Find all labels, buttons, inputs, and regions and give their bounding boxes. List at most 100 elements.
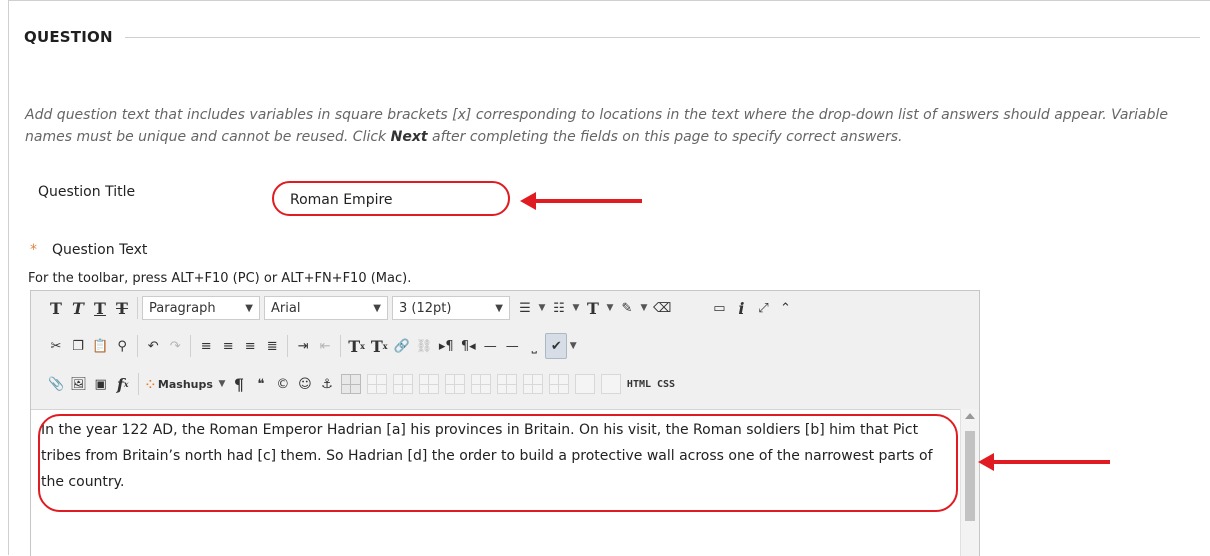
- insert-table-icon[interactable]: [340, 374, 361, 394]
- text-color-dropdown-icon[interactable]: ▼: [604, 295, 616, 321]
- special-character-icon[interactable]: ©: [272, 371, 294, 397]
- insert-image-icon[interactable]: 🖼: [67, 371, 90, 397]
- insert-row-after-icon[interactable]: [444, 374, 465, 394]
- horizontal-line-icon[interactable]: —: [501, 333, 523, 359]
- superscript-icon[interactable]: Tx: [345, 333, 368, 359]
- bullet-list-icon[interactable]: ☰: [514, 295, 536, 321]
- numbered-list-dropdown-icon[interactable]: ▼: [570, 295, 582, 321]
- scrollbar-thumb[interactable]: [965, 431, 975, 521]
- insert-media-icon[interactable]: ▣: [90, 371, 112, 397]
- formula-glyph: f: [116, 374, 124, 394]
- toolbar-separator: [137, 373, 139, 395]
- question-text-label: Question Text: [52, 242, 148, 258]
- align-left-icon[interactable]: ≡: [195, 333, 217, 359]
- editor-scrollbar[interactable]: [960, 409, 979, 556]
- scroll-up-icon[interactable]: [965, 413, 975, 419]
- split-cell-icon[interactable]: [574, 374, 595, 394]
- paragraph-mark-icon[interactable]: ¶: [228, 371, 250, 397]
- merge-cells-icon[interactable]: [600, 374, 621, 394]
- fullscreen-icon[interactable]: ⤢: [752, 295, 774, 321]
- anchor-icon[interactable]: ⚓: [316, 371, 338, 397]
- mashups-dropdown-icon[interactable]: ▼: [216, 371, 228, 397]
- attach-file-icon[interactable]: 📎: [45, 371, 67, 397]
- table-cell-props-icon[interactable]: [392, 374, 413, 394]
- eraser-icon[interactable]: ⌫: [650, 295, 674, 321]
- delete-col-icon[interactable]: [548, 374, 569, 394]
- insert-row-before-icon[interactable]: [418, 374, 439, 394]
- undo-icon[interactable]: ↶: [142, 333, 164, 359]
- format-select[interactable]: Paragraph ▼: [142, 296, 260, 320]
- required-marker: *: [30, 242, 37, 258]
- info-icon[interactable]: i: [730, 295, 752, 321]
- highlight-oval-title: [272, 181, 510, 216]
- section-title: QUESTION: [24, 28, 113, 46]
- pointer-arrow-question-text: [978, 453, 1110, 471]
- instructions-next-bold: Next: [390, 129, 428, 145]
- find-icon[interactable]: ⚲: [111, 333, 133, 359]
- insert-col-before-icon[interactable]: [496, 374, 517, 394]
- font-select[interactable]: Arial ▼: [264, 296, 388, 320]
- table-row-props-icon[interactable]: [366, 374, 387, 394]
- align-right-icon[interactable]: ≡: [239, 333, 261, 359]
- copy-icon[interactable]: ❐: [67, 333, 89, 359]
- format-select-value: Paragraph: [149, 300, 216, 316]
- paste-icon[interactable]: 📋: [89, 333, 111, 359]
- horizontal-rule-icon[interactable]: —: [479, 333, 501, 359]
- toolbar-separator: [287, 335, 289, 357]
- rich-text-editor: T T T T Paragraph ▼ Arial ▼ 3 (12pt) ▼ ☰ ▼ ☷…: [30, 290, 980, 556]
- outdent-icon[interactable]: ⇤: [314, 333, 336, 359]
- collapse-toolbar-icon[interactable]: ⌃: [774, 295, 796, 321]
- pointer-arrow-title: [520, 192, 642, 210]
- toolbar-separator: [340, 335, 342, 357]
- font-select-value: Arial: [271, 300, 301, 316]
- preview-icon[interactable]: ▭: [708, 295, 730, 321]
- align-center-icon[interactable]: ≡: [217, 333, 239, 359]
- bold-button[interactable]: T: [45, 295, 67, 321]
- spellcheck-dropdown-icon[interactable]: ▼: [567, 333, 579, 359]
- ltr-icon[interactable]: ▸¶: [435, 333, 457, 359]
- section-divider: [124, 36, 1200, 38]
- instructions-part-2: after completing the fields on this page…: [427, 129, 903, 145]
- cut-icon[interactable]: ✂: [45, 333, 67, 359]
- toolbar-separator: [137, 297, 138, 319]
- mashups-icon: ⁘: [145, 377, 155, 391]
- align-justify-icon[interactable]: ≣: [261, 333, 283, 359]
- mashups-label: Mashups: [157, 377, 213, 391]
- link-icon[interactable]: 🔗: [391, 333, 413, 359]
- size-select[interactable]: 3 (12pt) ▼: [392, 296, 510, 320]
- emoticon-icon[interactable]: ☺: [294, 371, 316, 397]
- editor-toolbar: T T T T Paragraph ▼ Arial ▼ 3 (12pt) ▼ ☰ ▼ ☷…: [31, 291, 979, 410]
- subscript-icon[interactable]: Tx: [368, 333, 391, 359]
- mashups-button[interactable]: ⁘ Mashups: [143, 371, 216, 397]
- toolbar-row-3: 📎 🖼 ▣ fx ⁘ Mashups ▼ ¶ ❝ © ☺ ⚓ HTML CSS: [45, 370, 678, 398]
- delete-row-icon[interactable]: [470, 374, 491, 394]
- subscript-glyph: T: [370, 336, 383, 356]
- highlight-dropdown-icon[interactable]: ▼: [638, 295, 650, 321]
- question-title-label: Question Title: [38, 184, 136, 200]
- chevron-down-icon: ▼: [245, 302, 253, 314]
- blockquote-icon[interactable]: ❝: [250, 371, 272, 397]
- rtl-icon[interactable]: ¶◂: [457, 333, 479, 359]
- underline-button[interactable]: T: [89, 295, 111, 321]
- chevron-down-icon: ▼: [495, 302, 503, 314]
- nonbreaking-space-icon[interactable]: ⎵: [523, 333, 545, 359]
- unlink-icon[interactable]: ⛓: [413, 333, 436, 359]
- math-formula-icon[interactable]: fx: [112, 371, 134, 397]
- instructions-text: Add question text that includes variable…: [25, 104, 1185, 148]
- toolbar-row-2: ✂ ❐ 📋 ⚲ ↶ ↷ ≡ ≡ ≡ ≣ ⇥ ⇤ Tx Tx 🔗 ⛓ ▸¶ ¶◂ …: [45, 332, 579, 360]
- editor-content-area[interactable]: In the year 122 AD, the Roman Emperor Ha…: [31, 409, 956, 556]
- html-source-button[interactable]: HTML: [624, 371, 654, 397]
- toolbar-separator: [137, 335, 139, 357]
- indent-icon[interactable]: ⇥: [292, 333, 314, 359]
- bullet-list-dropdown-icon[interactable]: ▼: [536, 295, 548, 321]
- insert-col-after-icon[interactable]: [522, 374, 543, 394]
- numbered-list-icon[interactable]: ☷: [548, 295, 570, 321]
- text-color-button[interactable]: T: [582, 295, 604, 321]
- italic-button[interactable]: T: [67, 295, 89, 321]
- strikethrough-button[interactable]: T: [111, 295, 133, 321]
- css-button[interactable]: CSS: [654, 371, 678, 397]
- highlight-pen-icon[interactable]: ✎: [616, 295, 638, 321]
- redo-icon[interactable]: ↷: [164, 333, 186, 359]
- superscript-glyph: T: [348, 336, 361, 356]
- spellcheck-icon[interactable]: ✔: [545, 333, 568, 359]
